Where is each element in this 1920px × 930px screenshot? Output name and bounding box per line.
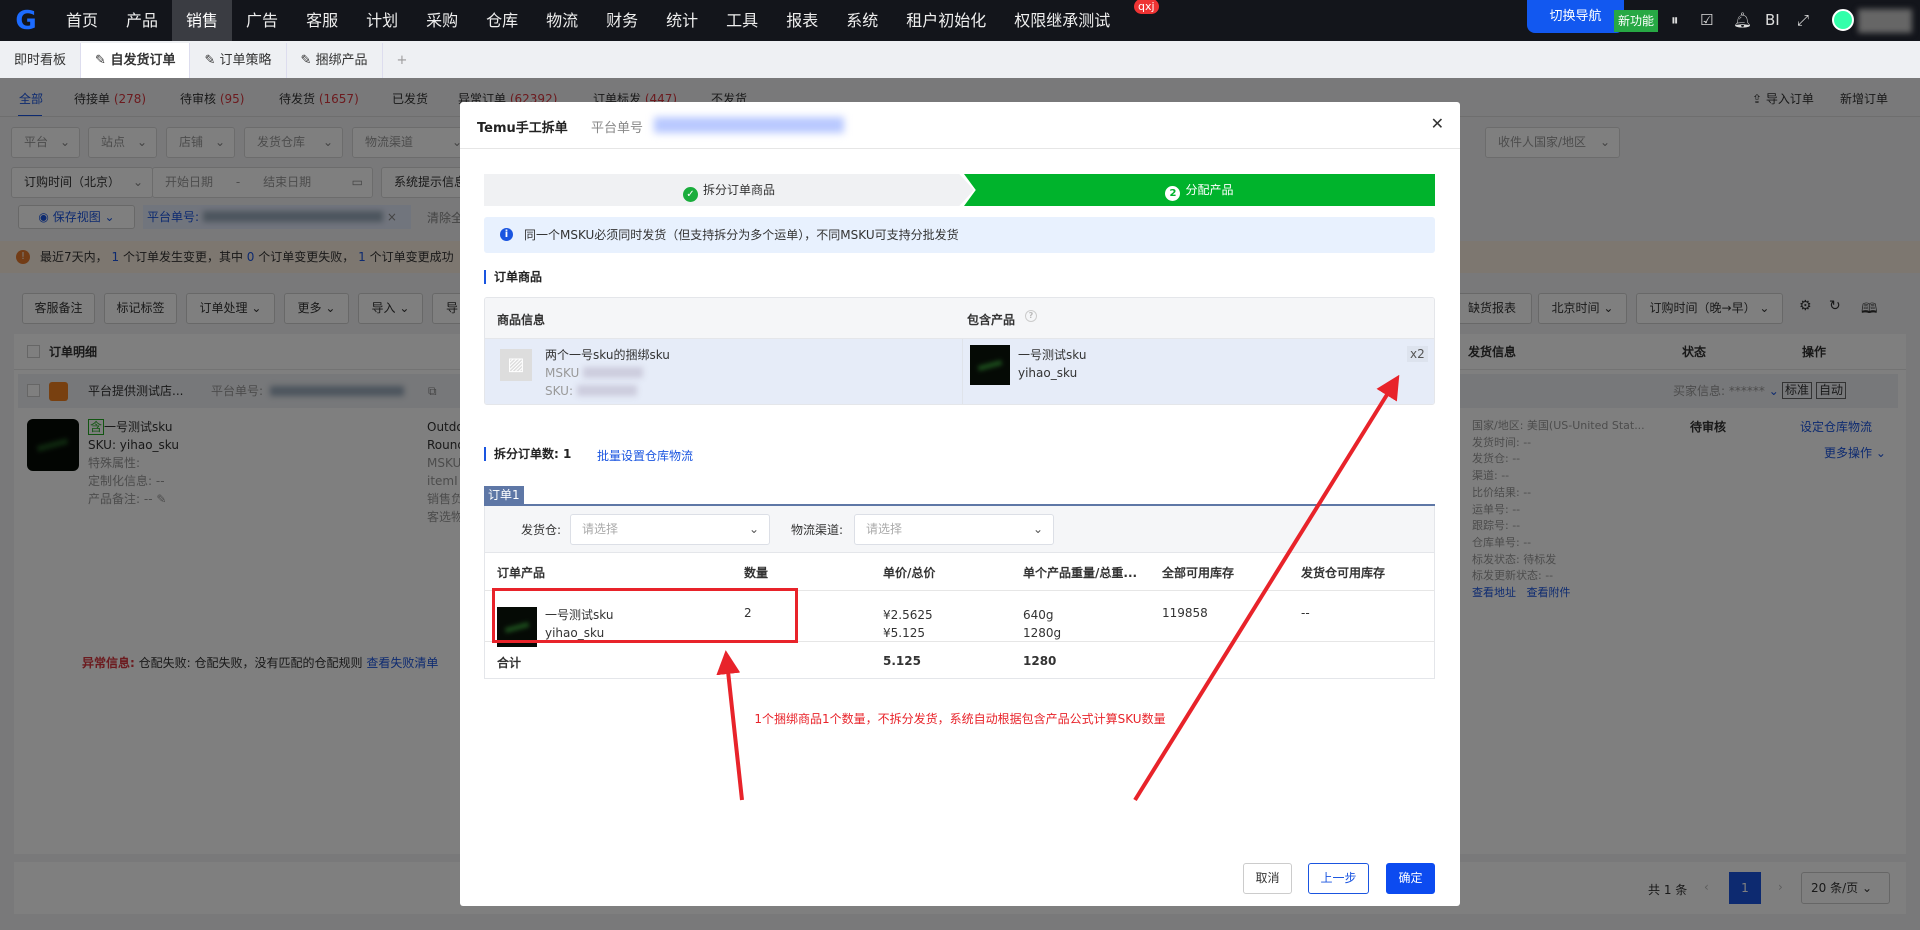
nav-permission-test[interactable]: 权限继承测试 bbox=[1000, 0, 1124, 41]
bell-icon[interactable]: 🔔︎ bbox=[1733, 11, 1752, 29]
nav-ads[interactable]: 广告 bbox=[232, 0, 292, 41]
page-tabs: 即时看板 ✎ 自发货订单 ✎ 订单策略 ✎ 捆绑产品 + bbox=[0, 41, 1920, 78]
nav-system[interactable]: 系统 bbox=[832, 0, 892, 41]
chevron-down-icon: ⌄ bbox=[1032, 522, 1043, 536]
bundle-name: 两个一号sku的捆绑sku bbox=[545, 348, 670, 362]
cancel-button[interactable]: 取消 bbox=[1243, 863, 1292, 894]
quantity-multiplier: x2 bbox=[1407, 346, 1428, 362]
contained-product-sku: yihao_sku bbox=[1018, 366, 1078, 380]
total-price: 5.125 bbox=[883, 654, 921, 668]
col-order-product: 订单产品 bbox=[497, 566, 546, 580]
app-logo[interactable]: G bbox=[0, 0, 52, 41]
confirm-button[interactable]: 确定 bbox=[1386, 863, 1435, 894]
task-icon[interactable]: ☑ bbox=[1700, 11, 1713, 29]
pause-icon[interactable]: ⏸ bbox=[1671, 11, 1679, 29]
row-unit-price: ¥2.5625 bbox=[883, 608, 933, 622]
total-weight: 1280 bbox=[1023, 654, 1057, 668]
nav-service[interactable]: 客服 bbox=[292, 0, 352, 41]
nav-warehouse[interactable]: 仓库 bbox=[472, 0, 532, 41]
nav-purchase[interactable]: 采购 bbox=[412, 0, 472, 41]
channel-label: 物流渠道: bbox=[791, 523, 844, 537]
add-tab-button[interactable]: + bbox=[383, 43, 422, 78]
row-stock-warehouse: -- bbox=[1301, 606, 1310, 620]
msku-label: MSKU bbox=[545, 366, 580, 380]
split-order-modal: Temu手工拆单 平台单号 ✕ ✓ 拆分订单商品 2 分配产品 i 同一个MSKU必须… bbox=[460, 102, 1460, 906]
avatar[interactable] bbox=[1832, 9, 1854, 31]
order-1-tab[interactable]: 订单1 bbox=[484, 486, 524, 504]
row-total-weight: 1280g bbox=[1023, 626, 1062, 640]
close-icon[interactable]: ✕ bbox=[1431, 114, 1444, 133]
col-quantity: 数量 bbox=[744, 566, 769, 580]
step-number: 2 bbox=[1165, 186, 1181, 201]
col-price: 单价/总价 bbox=[883, 566, 936, 580]
user-name-blurred bbox=[1858, 9, 1912, 33]
nav-product[interactable]: 产品 bbox=[112, 0, 172, 41]
help-icon[interactable]: ? bbox=[1025, 310, 1037, 322]
step-split-goods: ✓ 拆分订单商品 bbox=[484, 174, 974, 206]
sku-label: SKU: bbox=[545, 384, 573, 398]
top-nav: G 首页 产品 销售 广告 客服 计划 采购 仓库 物流 财务 统计 工具 报表… bbox=[0, 0, 1920, 41]
contained-product-name: 一号测试sku bbox=[1018, 348, 1087, 362]
nav-badge: qxj bbox=[1134, 0, 1159, 14]
tab-label: 订单策略 bbox=[219, 53, 272, 68]
goods-row: ▨ 两个一号sku的捆绑sku MSKU SKU: 一号测试sku yihao_… bbox=[485, 339, 1434, 404]
steps: ✓ 拆分订单商品 2 分配产品 bbox=[484, 174, 1435, 206]
switch-nav-button[interactable]: 切换导航 bbox=[1527, 0, 1624, 33]
batch-set-warehouse-link[interactable]: 批量设置仓库物流 bbox=[597, 447, 693, 464]
total-label: 合计 bbox=[497, 656, 522, 670]
row-total-price: ¥5.125 bbox=[883, 626, 925, 640]
row-stock-all: 119858 bbox=[1162, 606, 1208, 620]
tab-self-ship-orders[interactable]: ✎ 自发货订单 bbox=[81, 43, 191, 78]
info-alert: i 同一个MSKU必须同时发货（但支持拆分为多个运单），不同MSKU可支持分批发货 bbox=[484, 217, 1435, 253]
col-stock-warehouse: 发货仓可用库存 bbox=[1301, 566, 1386, 580]
annotation-highlight-box bbox=[492, 588, 798, 643]
image-placeholder-icon: ▨ bbox=[500, 349, 532, 381]
nav-tenant-init[interactable]: 租户初始化 bbox=[892, 0, 1000, 41]
previous-step-button[interactable]: 上一步 bbox=[1308, 863, 1369, 894]
new-feature-button[interactable]: 新功能 bbox=[1614, 10, 1659, 32]
nav-tools[interactable]: 工具 bbox=[712, 0, 772, 41]
modal-header: Temu手工拆单 平台单号 ✕ bbox=[460, 102, 1460, 149]
modal-title: Temu手工拆单 bbox=[477, 121, 568, 136]
nav-finance[interactable]: 财务 bbox=[592, 0, 652, 41]
bi-icon[interactable]: BI bbox=[1765, 11, 1780, 29]
col-weight: 单个产品重量/总重... bbox=[1023, 566, 1138, 580]
chevron-down-icon: ⌄ bbox=[748, 522, 759, 536]
info-icon: i bbox=[500, 228, 513, 241]
col-contains: 包含产品 bbox=[967, 313, 1016, 327]
nav-sales[interactable]: 销售 bbox=[172, 0, 233, 41]
col-goods-info: 商品信息 bbox=[497, 313, 546, 327]
check-circle-icon: ✓ bbox=[682, 187, 698, 202]
product-thumbnail bbox=[970, 345, 1010, 385]
row-unit-weight: 640g bbox=[1023, 608, 1054, 622]
goods-table: 商品信息 包含产品 ? ▨ 两个一号sku的捆绑sku MSKU SKU: 一号… bbox=[484, 297, 1435, 405]
tab-label: 自发货订单 bbox=[110, 53, 176, 68]
nav-plan[interactable]: 计划 bbox=[352, 0, 412, 41]
nav-reports[interactable]: 报表 bbox=[772, 0, 832, 41]
platform-order-blurred bbox=[654, 117, 844, 133]
warehouse-select[interactable]: 请选择 ⌄ bbox=[570, 514, 770, 545]
platform-order-label: 平台单号 bbox=[591, 121, 644, 136]
nav-stats[interactable]: 统计 bbox=[652, 0, 712, 41]
annotation-text: 1个捆绑商品1个数量，不拆分发货，系统自动根据包含产品公式计算SKU数量 bbox=[754, 712, 1166, 726]
split-count-label: 拆分订单数: bbox=[494, 447, 559, 461]
tab-bundle-products[interactable]: ✎ 捆绑产品 bbox=[287, 43, 383, 78]
pin-icon: ✎ bbox=[204, 53, 220, 68]
nav-home[interactable]: 首页 bbox=[52, 0, 112, 41]
tab-label: 捆绑产品 bbox=[315, 53, 368, 68]
tab-order-strategy[interactable]: ✎ 订单策略 bbox=[190, 43, 287, 78]
channel-select[interactable]: 请选择 ⌄ bbox=[854, 514, 1054, 545]
section-order-goods: 订单商品 bbox=[484, 270, 542, 284]
col-stock-all: 全部可用库存 bbox=[1162, 566, 1235, 580]
warehouse-label: 发货仓: bbox=[521, 523, 562, 537]
pin-icon: ✎ bbox=[300, 53, 316, 68]
split-count: 1 bbox=[563, 447, 572, 461]
tab-dashboard[interactable]: 即时看板 bbox=[0, 43, 82, 78]
pin-icon: ✎ bbox=[95, 53, 111, 68]
nav-logistics[interactable]: 物流 bbox=[532, 0, 592, 41]
fullscreen-icon[interactable]: ⤢ bbox=[1797, 11, 1809, 29]
step-assign-products: 2 分配产品 bbox=[964, 174, 1435, 206]
